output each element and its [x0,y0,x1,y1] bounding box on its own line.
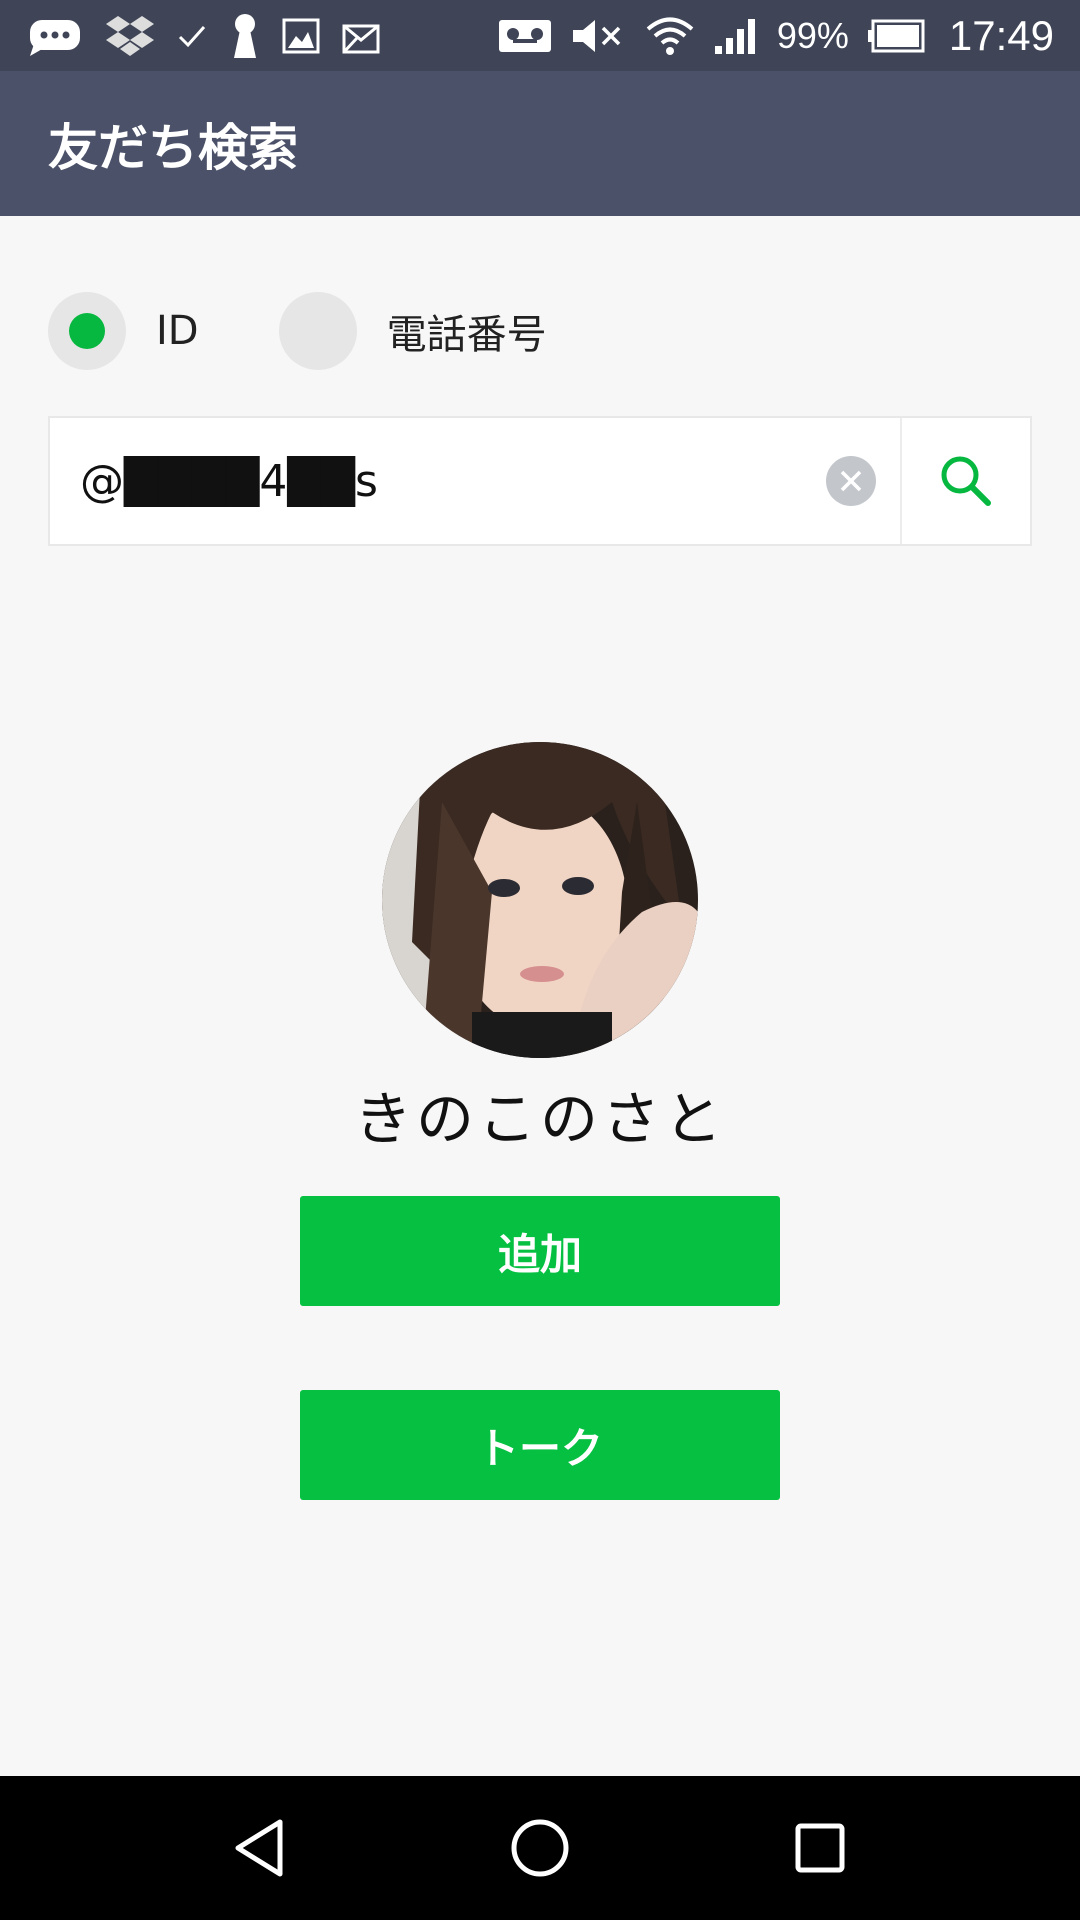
search-type-radio-group: ID 電話番号 [48,291,547,371]
talk-button[interactable]: トーク [300,1390,780,1500]
home-icon [511,1819,569,1877]
keyhole-icon [230,0,260,71]
close-icon [840,470,862,492]
status-bar: 99% 17:49 [0,0,1080,71]
battery-percent: 99% [776,14,849,56]
mail-icon [342,0,380,71]
profile-photo [382,742,698,1058]
search-box [48,416,1032,546]
chat-bubble-icon [28,0,84,71]
search-icon [941,456,991,506]
voicemail-icon [497,0,553,71]
wifi-icon [645,0,695,71]
image-icon [282,0,320,71]
clock: 17:49 [948,11,1054,59]
radio-option-id[interactable]: ID [48,292,199,370]
recents-icon [795,1823,845,1873]
radio-dot [69,313,105,349]
page-title: 友だち検索 [48,118,298,177]
screen: 99% 17:49 友だち検索 ID 電話番号 @████4██s きのこのさと… [0,0,1080,1920]
app-header: 友だち検索 [0,71,1080,216]
mute-icon [571,0,627,71]
signal-icon [713,0,759,71]
back-button[interactable] [210,1798,310,1898]
radio-button-selected[interactable] [48,292,126,370]
recents-button[interactable] [770,1798,870,1898]
radio-label-phone: 電話番号 [386,312,547,358]
profile-name: きのこのさと [353,1085,726,1153]
navigation-bar [0,1776,1080,1920]
search-button[interactable] [902,418,1030,544]
clear-button[interactable] [826,456,876,506]
search-input[interactable] [50,418,826,544]
radio-button-unselected[interactable] [278,292,357,370]
radio-option-phone[interactable]: 電話番号 [278,292,547,370]
radio-label-id: ID [156,308,199,354]
check-icon [176,0,208,71]
add-friend-button[interactable]: 追加 [300,1196,780,1306]
battery-icon [867,0,925,71]
dropbox-icon [106,0,154,71]
avatar [382,742,698,1058]
back-icon [235,1819,283,1877]
home-button[interactable] [490,1798,590,1898]
